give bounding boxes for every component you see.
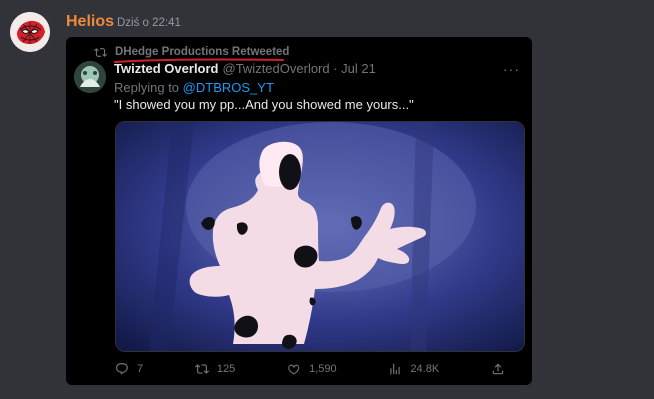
spiderman-avatar-icon — [10, 12, 50, 52]
tweet-author-avatar[interactable] — [74, 61, 106, 93]
tweet-avatar-icon — [74, 61, 106, 93]
retweet-action[interactable]: 125 — [194, 362, 236, 376]
like-count: 1,590 — [309, 363, 337, 375]
share-action[interactable] — [491, 362, 505, 376]
views-count: 24.8K — [410, 363, 440, 375]
retweeted-by-label: DHedge Productions Retweeted — [115, 46, 290, 58]
tweet-text: "I showed you my pp...And you showed me … — [114, 97, 414, 112]
tweet-display-name[interactable]: Twizted Overlord — [114, 61, 219, 76]
reply-line: Replying to @DTBROS_YT — [114, 80, 274, 95]
reply-prefix: Replying to — [114, 80, 180, 95]
like-icon — [288, 364, 300, 375]
views-action[interactable]: 24.8K — [388, 362, 439, 376]
media-image — [116, 122, 524, 351]
reply-mention-link[interactable]: @DTBROS_YT — [183, 80, 274, 95]
tweet-embed[interactable]: DHedge Productions Retweeted Twizted Ove… — [66, 37, 532, 385]
retweet-icon — [94, 47, 107, 57]
tweet-media[interactable] — [115, 121, 525, 352]
message-timestamp: Dziś o 22:41 — [117, 17, 181, 29]
retweet-header: DHedge Productions Retweeted — [94, 45, 289, 59]
reply-icon — [116, 363, 128, 375]
share-icon — [492, 363, 504, 375]
tweet-handle-date[interactable]: @TwiztedOverlord · Jul 21 — [223, 61, 376, 76]
retweet-count-icon — [194, 364, 209, 374]
tweet-header: Twizted Overlord @TwiztedOverlord · Jul … — [114, 61, 376, 76]
reply-count: 7 — [137, 363, 144, 375]
retweet-count: 125 — [216, 363, 236, 375]
tweet-actions: 7 125 1,590 24.8K — [115, 361, 505, 377]
like-action[interactable]: 1,590 — [287, 362, 337, 376]
author-avatar[interactable] — [10, 12, 50, 52]
message-author[interactable]: Helios — [66, 13, 114, 31]
reply-action[interactable]: 7 — [115, 362, 143, 376]
more-icon[interactable]: ··· — [503, 61, 520, 77]
views-icon — [390, 363, 401, 375]
